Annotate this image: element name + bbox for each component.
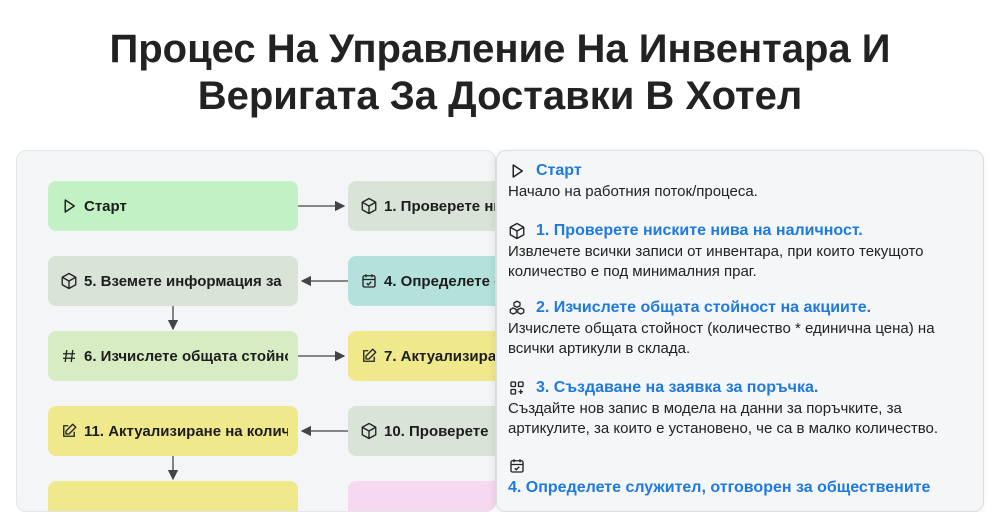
cube-icon <box>508 222 526 240</box>
step-title[interactable]: 2. Изчислете общата стойност на акциите. <box>536 298 871 318</box>
grid-plus-icon <box>508 379 526 397</box>
flow-node-label: 6. Изчислете общата стойност <box>84 347 288 365</box>
step-description: Извлечете всички записи от инвентара, пр… <box>508 243 924 280</box>
step-description: Създайте нов запис в модела на данни за … <box>508 400 939 437</box>
step-title[interactable]: 4. Определете служител, отговорен за общ… <box>508 478 970 498</box>
step-title[interactable]: 1. Проверете ниските нива на наличност. <box>536 221 863 241</box>
step-details-panel[interactable]: Старт Начало на работния поток/процеса. … <box>496 150 984 512</box>
flow-node-13-partial[interactable] <box>348 481 495 511</box>
flow-node-label: 11. Актуализиране на количество <box>84 422 288 440</box>
step-item-2[interactable]: 2. Изчислете общата стойност на акциите.… <box>508 298 970 359</box>
cube-icon <box>360 422 378 440</box>
flow-node-label: 5. Вземете информация за <box>84 272 282 290</box>
play-icon <box>508 162 526 180</box>
flow-node-4[interactable]: 4. Определете служител <box>348 256 495 306</box>
edit-icon <box>60 422 78 440</box>
flow-node-label: 7. Актуализиране <box>384 347 496 365</box>
step-description: Начало на работния поток/процеса. <box>508 183 758 200</box>
flow-node-7[interactable]: 7. Актуализиране <box>348 331 496 381</box>
page-title: Процес На Управление На Инвентара И Вери… <box>0 26 1000 120</box>
play-icon <box>60 197 78 215</box>
flow-node-10[interactable]: 10. Проверете <box>348 406 495 456</box>
page-title-line-1: Процес На Управление На Инвентара И <box>109 27 891 71</box>
flow-node-5[interactable]: 5. Вземете информация за <box>48 256 298 306</box>
flow-node-6[interactable]: 6. Изчислете общата стойност <box>48 331 298 381</box>
step-title[interactable]: 3. Създаване на заявка за поръчка. <box>536 378 818 398</box>
page-title-line-2: Веригата За Доставки В Хотел <box>197 74 803 118</box>
calendar-check-icon <box>508 457 526 475</box>
flow-canvas[interactable]: Старт 1. Проверете ниските нива на налич… <box>16 150 496 512</box>
flow-node-label: 10. Проверете <box>384 422 489 440</box>
cube-icon <box>60 272 78 290</box>
step-item-3[interactable]: 3. Създаване на заявка за поръчка. Създа… <box>508 378 970 439</box>
cube-icon <box>360 197 378 215</box>
edit-icon <box>360 347 378 365</box>
step-item-1[interactable]: 1. Проверете ниските нива на наличност. … <box>508 221 970 282</box>
flow-node-1[interactable]: 1. Проверете ниските нива на наличност. <box>348 181 495 231</box>
flow-node-11[interactable]: 11. Актуализиране на количество <box>48 406 298 456</box>
flow-node-label: 1. Проверете ниските нива на наличност. <box>384 197 495 215</box>
flow-node-start[interactable]: Старт <box>48 181 298 231</box>
step-title[interactable]: Старт <box>536 161 582 181</box>
calendar-check-icon <box>360 272 378 290</box>
flow-node-label: 4. Определете служител <box>384 272 495 290</box>
hash-icon <box>60 347 78 365</box>
step-description: Изчислете общата стойност (количество * … <box>508 320 935 357</box>
boxes-icon <box>508 299 526 317</box>
flow-node-label: Старт <box>84 197 127 215</box>
flow-node-12-partial[interactable] <box>48 481 298 511</box>
step-item-4[interactable]: 4. Определете служител, отговорен за общ… <box>508 456 970 499</box>
step-item-start[interactable]: Старт Начало на работния поток/процеса. <box>508 161 970 202</box>
